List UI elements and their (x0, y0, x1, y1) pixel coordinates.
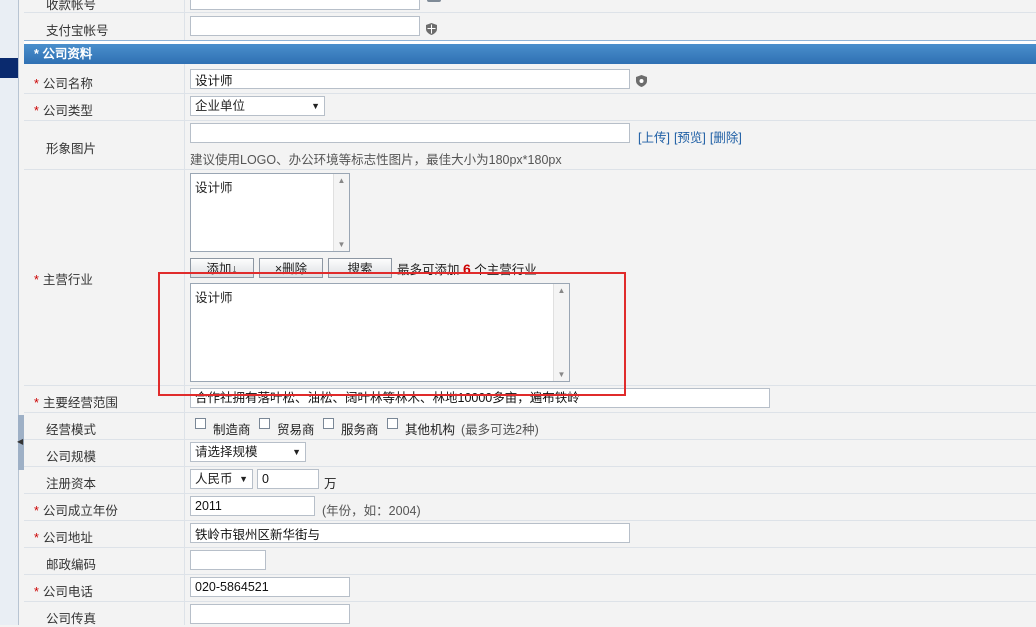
capital-amount-input[interactable] (257, 469, 319, 489)
row-phone: * 公司电话 (24, 574, 1036, 602)
capital-unit: 万 (324, 477, 337, 491)
founded-year-hint: (年份，如：2004) (322, 504, 421, 518)
add-button[interactable]: 添加↓ (190, 258, 254, 278)
company-type-select[interactable]: 企业单位 ▼ (190, 96, 325, 116)
row-business-scope: * 主要经营范围 合作社拥有落叶松、油松、阔叶林等林木、林地10000多亩，遍布铁… (24, 385, 1036, 413)
label-company-name: 公司名称 (42, 77, 93, 91)
label-alipay-account: 支付宝帐号 (46, 24, 109, 38)
label-receiving-account: 收款帐号 (46, 0, 97, 12)
image-links: [上传] [预览] [删除] (638, 127, 746, 146)
row-company-scale: 公司规模 请选择规模 ▼ (24, 439, 1036, 467)
company-name-input[interactable] (190, 69, 630, 89)
checkbox-other[interactable] (387, 418, 398, 429)
row-company-name: * 公司名称 (24, 66, 1036, 94)
label-phone: 公司电话 (42, 585, 93, 599)
collapse-arrow-icon[interactable]: ◀ (17, 437, 23, 446)
company-scale-value: 请选择规模 (195, 445, 258, 459)
scroll-up-icon[interactable]: ▲ (334, 176, 349, 185)
preview-link[interactable]: [预览] (674, 131, 706, 145)
row-company-type: * 公司类型 企业单位 ▼ (24, 93, 1036, 121)
scroll-down-icon[interactable]: ▼ (554, 370, 569, 379)
label-company-scale: 公司规模 (46, 450, 97, 464)
limit-prefix: 最多可添加 (397, 263, 460, 277)
nav-selected-item[interactable] (0, 58, 18, 78)
industry-list[interactable]: 设计师 ▲ ▼ (190, 173, 350, 252)
checkbox-service[interactable] (323, 418, 334, 429)
row-fax: 公司传真 (24, 601, 1036, 626)
label-business-scope: 主要经营范围 (42, 396, 118, 410)
shield-icon (426, 23, 437, 35)
company-scale-select[interactable]: 请选择规模 ▼ (190, 442, 306, 462)
scroll-down-icon[interactable]: ▼ (334, 240, 349, 249)
label-business-mode: 经营模式 (46, 423, 97, 437)
dropdown-arrow-icon: ▼ (292, 447, 301, 457)
row-receiving-account: 收款帐号 (24, 0, 1036, 13)
label-industry: 主营行业 (42, 273, 93, 287)
founded-year-input[interactable] (190, 496, 315, 516)
left-panel: ◀ (0, 0, 24, 625)
form-area: 收款帐号 支付宝帐号 * 公司资料 *公司名称 *公司类型 企业单位▼ 形象图片… (24, 0, 1036, 626)
search-button[interactable]: 搜索 (328, 258, 392, 278)
industry-limit-note: 最多可添加 6 个主营行业 (397, 259, 537, 278)
scrollbar[interactable]: ▲ ▼ (553, 284, 569, 381)
row-founded-year: *公司成立年份 (年份，如：2004) (24, 493, 1036, 521)
section-company-info: * 公司资料 (24, 44, 1036, 64)
mode-hint: (最多可选2种) (461, 423, 539, 437)
industry-input-popup[interactable]: 设计师 ▲ ▼ (190, 283, 570, 382)
label-company-type: 公司类型 (42, 104, 93, 118)
label-service: 服务商 (341, 423, 379, 437)
scrollbar[interactable]: ▲ ▼ (333, 174, 349, 251)
alipay-account-input[interactable] (190, 16, 420, 36)
row-registered-capital: 注册资本 人民币 ▼ 万 (24, 466, 1036, 494)
delete-button[interactable]: ×删除 (259, 258, 323, 278)
limit-number: 6 (463, 261, 471, 277)
image-path-input[interactable] (190, 123, 630, 143)
limit-suffix: 个主营行业 (474, 263, 537, 277)
business-scope-input[interactable]: 合作社拥有落叶松、油松、阔叶林等林木、林地10000多亩，遍布铁岭 (190, 388, 770, 408)
postcode-input[interactable] (190, 550, 266, 570)
receiving-account-input[interactable] (190, 0, 420, 10)
dropdown-arrow-icon: ▼ (239, 474, 248, 484)
address-input[interactable] (190, 523, 630, 543)
dropdown-arrow-icon: ▼ (311, 101, 320, 111)
label-postcode: 邮政编码 (46, 558, 97, 572)
label-registered-capital: 注册资本 (46, 477, 97, 491)
picker-icon[interactable] (427, 0, 441, 2)
row-postcode: 邮政编码 (24, 547, 1036, 575)
currency-select[interactable]: 人民币 ▼ (190, 469, 253, 489)
row-address: * 公司地址 (24, 520, 1036, 548)
row-alipay-account: 支付宝帐号 (24, 13, 1036, 41)
phone-input[interactable] (190, 577, 350, 597)
image-hint: 建议使用LOGO、办公环境等标志性图片，最佳大小为180px*180px (190, 153, 562, 167)
label-address: 公司地址 (42, 531, 93, 545)
row-business-mode: 经营模式 制造商 贸易商 服务商 其他机构 (最多可选2种) (24, 412, 1036, 440)
label-founded-year: 公司成立年份 (42, 504, 118, 518)
label-manufacturer: 制造商 (213, 423, 251, 437)
industry-popup-text[interactable]: 设计师 (195, 291, 233, 305)
label-image: 形象图片 (46, 142, 97, 156)
label-trader: 贸易商 (277, 423, 315, 437)
checkbox-trader[interactable] (259, 418, 270, 429)
upload-link[interactable]: [上传] (638, 131, 670, 145)
label-other: 其他机构 (405, 423, 456, 437)
company-type-value: 企业单位 (195, 99, 246, 113)
shield-icon (636, 75, 647, 87)
currency-value: 人民币 (195, 472, 233, 486)
row-image: 形象图片 [上传] [预览] [删除] 建议使用LOGO、办公环境等标志性图片，最佳… (24, 120, 1036, 170)
delete-link[interactable]: [删除] (710, 131, 742, 145)
scroll-up-icon[interactable]: ▲ (554, 286, 569, 295)
industry-list-item[interactable]: 设计师 (195, 181, 233, 195)
fax-input[interactable] (190, 604, 350, 624)
label-fax: 公司传真 (46, 612, 97, 626)
checkbox-manufacturer[interactable] (195, 418, 206, 429)
